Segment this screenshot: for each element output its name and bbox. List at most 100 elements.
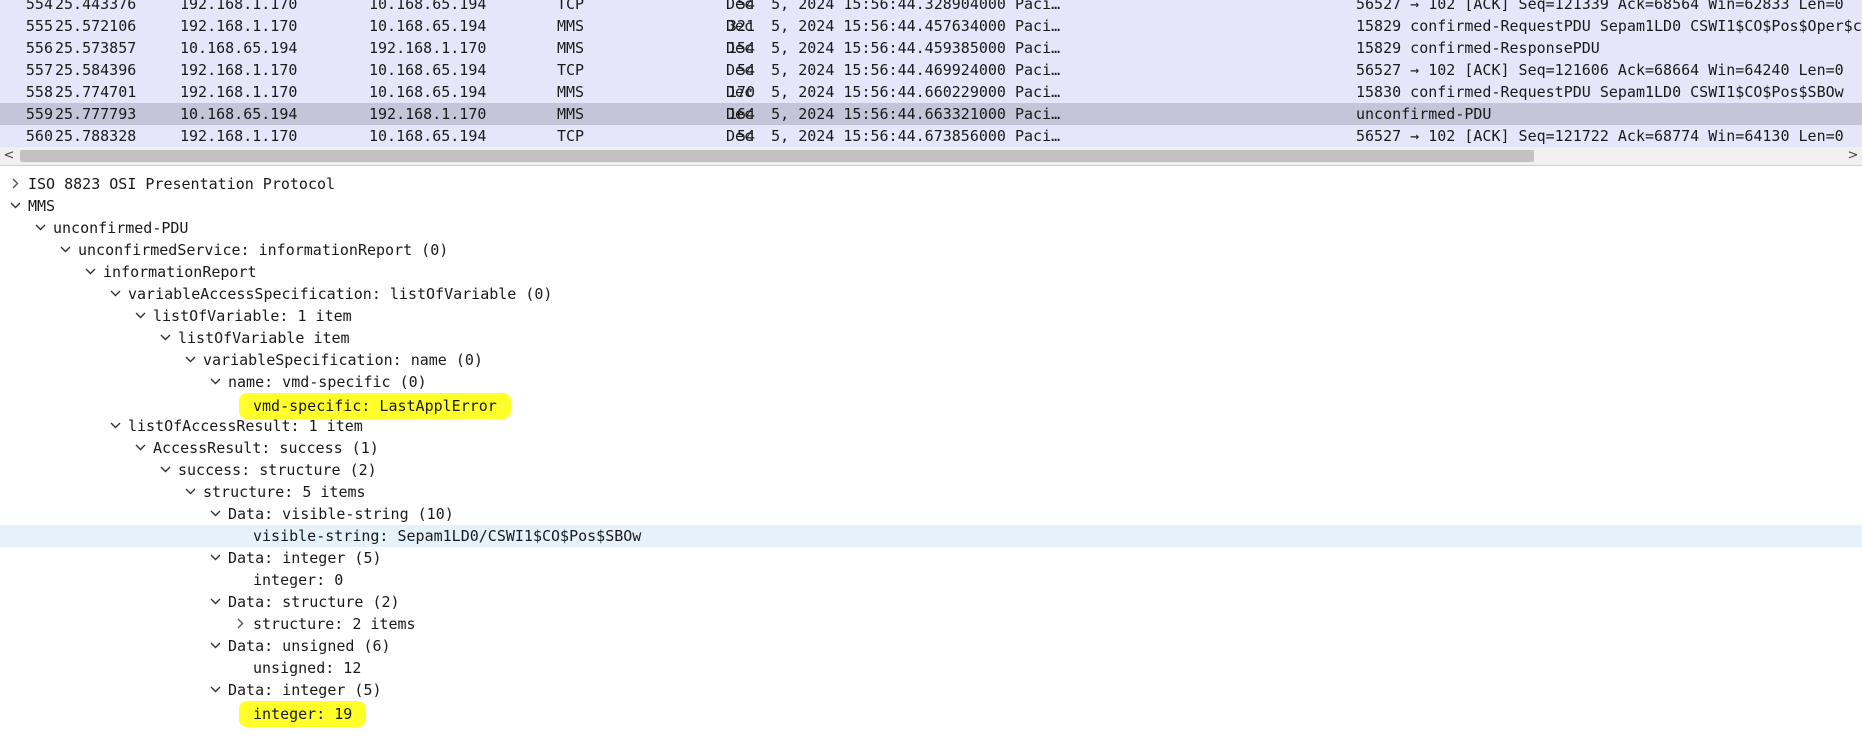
packet-destination: 10.168.65.194 [369,17,487,35]
packet-destination: 192.168.1.170 [369,39,487,57]
packet-row[interactable]: 555 25.572106 192.168.1.170 10.168.65.194 MM… [0,15,1862,37]
horizontal-scrollbar[interactable]: < > [0,147,1862,166]
detail-tree-label: listOfVariable: 1 item [153,307,352,325]
detail-tree-row[interactable]: variableSpecification: name (0) [0,349,1862,371]
detail-tree-label: Data: structure (2) [228,593,400,611]
detail-tree-label: ISO 8823 OSI Presentation Protocol [28,175,336,193]
packet-destination: 10.168.65.194 [369,83,487,101]
detail-tree-label: structure: 2 items [253,615,416,633]
packet-row[interactable]: 560 25.788328 192.168.1.170 10.168.65.194 TC… [0,125,1862,147]
packet-list: 554 25.443376 192.168.1.170 10.168.65.194 TC… [0,0,1862,147]
chevron-down-icon[interactable] [35,217,47,239]
detail-tree-row[interactable]: unconfirmedService: informationReport (0… [0,239,1862,261]
packet-time: 25.584396 [55,61,137,79]
chevron-down-icon[interactable] [185,481,197,503]
detail-tree-row[interactable]: vmd-specific: LastApplError [0,393,1862,419]
scroll-left-arrow-icon[interactable]: < [0,147,18,165]
packet-protocol: TCP [557,0,585,13]
detail-tree-label: structure: 5 items [203,483,366,501]
detail-tree-row[interactable]: visible-string: Sepam1LD0/CSWI1$CO$Pos$S… [0,525,1862,547]
detail-tree-label: success: structure (2) [178,461,377,479]
packet-row[interactable]: 558 25.774701 192.168.1.170 10.168.65.194 MM… [0,81,1862,103]
packet-number: 559 [25,105,53,123]
packet-source: 10.168.65.194 [180,39,298,57]
detail-tree-row[interactable]: name: vmd-specific (0) [0,371,1862,393]
chevron-down-icon[interactable] [85,261,97,283]
chevron-down-icon[interactable] [135,437,147,459]
packet-row[interactable]: 559 25.777793 10.168.65.194 192.168.1.170 MM… [0,103,1862,125]
chevron-right-icon[interactable] [10,173,22,195]
packet-time: 25.788328 [55,127,137,145]
detail-tree-row[interactable]: unconfirmed-PDU [0,217,1862,239]
chevron-down-icon[interactable] [160,327,172,349]
packet-source: 192.168.1.170 [180,61,298,79]
chevron-down-icon[interactable] [210,371,222,393]
packet-destination: 10.168.65.194 [369,61,487,79]
detail-tree-row[interactable]: ISO 8823 OSI Presentation Protocol [0,173,1862,195]
scrollbar-thumb[interactable] [20,150,1534,162]
packet-absolute-time: Dec 5, 2024 15:56:44.673856000 Paci… [726,127,1061,145]
chevron-down-icon[interactable] [135,305,147,327]
packet-source: 192.168.1.170 [180,17,298,35]
detail-tree-label: visible-string: Sepam1LD0/CSWI1$CO$Pos$S… [253,527,642,545]
packet-time: 25.573857 [55,39,137,57]
detail-tree-row[interactable]: MMS [0,195,1862,217]
chevron-right-icon[interactable] [235,613,247,635]
packet-destination: 10.168.65.194 [369,127,487,145]
packet-source: 10.168.65.194 [180,105,298,123]
packet-source: 192.168.1.170 [180,83,298,101]
packet-row[interactable]: 554 25.443376 192.168.1.170 10.168.65.194 TC… [0,0,1862,15]
detail-tree-row[interactable]: Data: structure (2) [0,591,1862,613]
chevron-down-icon[interactable] [210,503,222,525]
detail-tree-row[interactable]: listOfVariable item [0,327,1862,349]
chevron-down-icon[interactable] [60,239,72,261]
detail-tree-label: Data: integer (5) [228,681,382,699]
detail-tree-row[interactable]: Data: integer (5) [0,679,1862,701]
chevron-down-icon[interactable] [185,349,197,371]
packet-time: 25.443376 [55,0,137,13]
detail-tree-row[interactable]: integer: 0 [0,569,1862,591]
detail-tree-row[interactable]: structure: 5 items [0,481,1862,503]
packet-row[interactable]: 557 25.584396 192.168.1.170 10.168.65.194 TC… [0,59,1862,81]
detail-tree-label: Data: unsigned (6) [228,637,391,655]
detail-tree-label: informationReport [103,263,257,281]
chevron-down-icon[interactable] [210,635,222,657]
packet-info: 15830 confirmed-RequestPDU Sepam1LD0 CSW… [1356,83,1844,101]
detail-tree-label: unconfirmedService: informationReport (0… [78,241,449,259]
detail-tree-row[interactable]: variableAccessSpecification: listOfVaria… [0,283,1862,305]
packet-destination: 192.168.1.170 [369,105,487,123]
packet-details-tree: ISO 8823 OSI Presentation Protocol MMS unc… [0,173,1862,739]
chevron-down-icon[interactable] [110,415,122,437]
detail-tree-row[interactable]: unsigned: 12 [0,657,1862,679]
packet-info: 15829 confirmed-RequestPDU Sepam1LD0 CSW… [1356,17,1862,35]
detail-tree-row[interactable]: Data: unsigned (6) [0,635,1862,657]
detail-tree-row[interactable]: success: structure (2) [0,459,1862,481]
chevron-down-icon[interactable] [210,547,222,569]
packet-absolute-time: Dec 5, 2024 15:56:44.459385000 Paci… [726,39,1061,57]
packet-info: 15829 confirmed-ResponsePDU [1356,39,1600,57]
chevron-down-icon[interactable] [10,195,22,217]
detail-tree-row[interactable]: Data: visible-string (10) [0,503,1862,525]
detail-tree-row[interactable]: listOfVariable: 1 item [0,305,1862,327]
packet-protocol: MMS [557,17,585,35]
detail-tree-label: unsigned: 12 [253,659,362,677]
packet-destination: 10.168.65.194 [369,0,487,13]
detail-tree-row[interactable]: AccessResult: success (1) [0,437,1862,459]
detail-tree-row[interactable]: informationReport [0,261,1862,283]
chevron-down-icon[interactable] [210,591,222,613]
packet-protocol: MMS [557,105,585,123]
packet-absolute-time: Dec 5, 2024 15:56:44.469924000 Paci… [726,61,1061,79]
detail-tree-label: listOfAccessResult: 1 item [128,417,363,435]
scroll-right-arrow-icon[interactable]: > [1844,147,1862,165]
detail-tree-row[interactable]: Data: integer (5) [0,547,1862,569]
packet-absolute-time: Dec 5, 2024 15:56:44.457634000 Paci… [726,17,1061,35]
packet-row[interactable]: 556 25.573857 10.168.65.194 192.168.1.170 MM… [0,37,1862,59]
packet-time: 25.774701 [55,83,137,101]
chevron-down-icon[interactable] [160,459,172,481]
detail-tree-row[interactable]: structure: 2 items [0,613,1862,635]
packet-info: 56527 → 102 [ACK] Seq=121606 Ack=68664 W… [1356,61,1844,79]
chevron-down-icon[interactable] [110,283,122,305]
detail-tree-row[interactable]: integer: 19 [0,701,1862,727]
detail-tree-row[interactable]: listOfAccessResult: 1 item [0,415,1862,437]
chevron-down-icon[interactable] [210,679,222,701]
